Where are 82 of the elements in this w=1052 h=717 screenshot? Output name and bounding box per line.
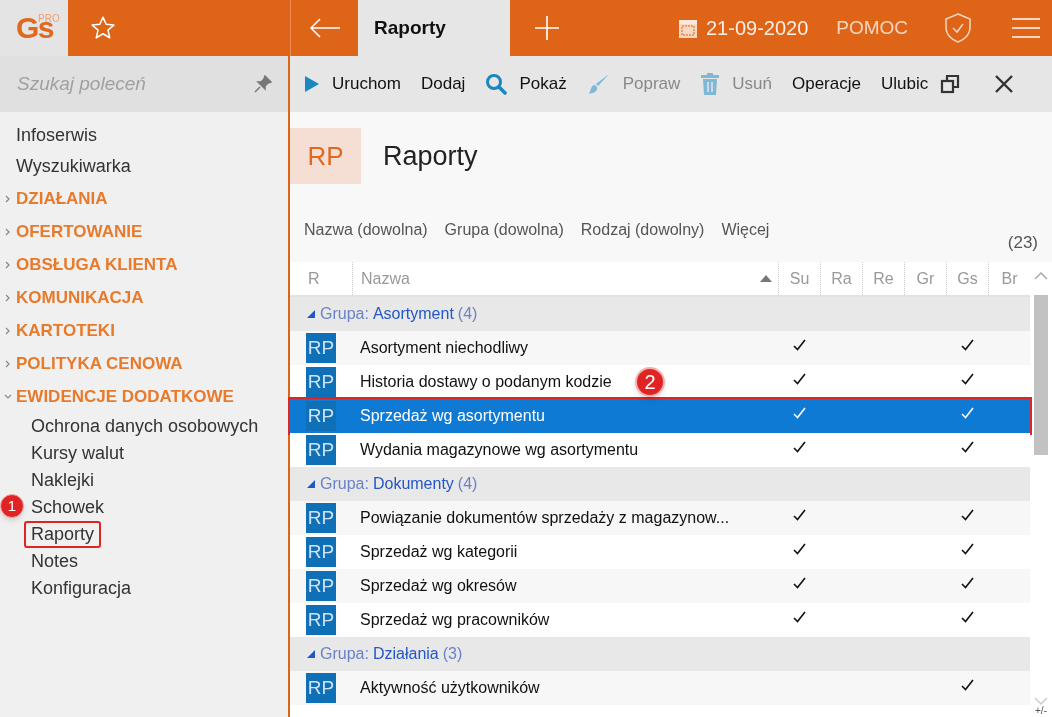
report-icon: RP bbox=[306, 571, 336, 601]
report-badge: RP bbox=[290, 128, 361, 184]
report-icon: RP bbox=[306, 401, 336, 431]
search-icon bbox=[485, 73, 508, 95]
filter-link[interactable]: Grupa (dowolna) bbox=[444, 218, 564, 242]
sidebar-item[interactable]: Notes bbox=[24, 548, 86, 575]
star-icon[interactable] bbox=[90, 15, 116, 41]
group-row[interactable]: Grupa: Działania (3) bbox=[290, 637, 1030, 671]
sidebar-item[interactable]: Raporty bbox=[24, 521, 102, 548]
search-field[interactable]: Szukaj poleceń bbox=[0, 56, 288, 112]
report-icon: RP bbox=[306, 333, 336, 363]
sidebar-item[interactable]: Ochrona danych osobowych bbox=[24, 413, 266, 440]
filter-link[interactable]: Rodzaj (dowolny) bbox=[580, 218, 705, 242]
restore-icon[interactable] bbox=[940, 74, 961, 94]
trash-icon bbox=[700, 73, 721, 95]
triangle-down-icon bbox=[306, 649, 316, 659]
active-tab[interactable]: Raporty bbox=[358, 0, 510, 56]
toolbar-button[interactable]: Uruchom bbox=[304, 71, 401, 97]
chevron-right-icon bbox=[4, 227, 12, 236]
report-icon: RP bbox=[306, 537, 336, 567]
report-icon: RP bbox=[306, 367, 336, 397]
table-cell: Sprzedaż wg asortymentu bbox=[360, 407, 545, 424]
chevron-right-icon bbox=[4, 359, 12, 368]
step-marker: 2 bbox=[635, 367, 665, 397]
report-icon: RP bbox=[306, 673, 336, 703]
report-icon: RP bbox=[306, 435, 336, 465]
toolbar-button[interactable]: Dodaj bbox=[420, 71, 466, 97]
filter-link[interactable]: Więcej bbox=[721, 218, 770, 242]
group-row[interactable]: Grupa: Asortyment (4) bbox=[290, 297, 1030, 331]
group-row[interactable]: Grupa: Dokumenty (4) bbox=[290, 467, 1030, 501]
table-cell: Sprzedaż wg kategorii bbox=[360, 543, 518, 560]
triangle-down-icon bbox=[306, 309, 316, 319]
plus-icon[interactable] bbox=[534, 15, 560, 41]
toolbar-button[interactable]: Pokaż bbox=[485, 71, 567, 97]
chevron-right-icon bbox=[4, 293, 12, 302]
table-cell: Powiązanie dokumentów sprzedaży z magazynow... bbox=[360, 509, 730, 526]
pin-icon[interactable] bbox=[254, 75, 272, 93]
table-row[interactable]: RP Asortyment niechodliwy bbox=[290, 331, 1030, 365]
table-row[interactable]: RP Historia dostawy o podanym kodzie 2 bbox=[290, 365, 1030, 399]
sidebar-item[interactable]: Wyszukiwarka bbox=[0, 151, 288, 182]
table-row[interactable]: RP Powiązanie dokumentów sprzedaży z magazynow... bbox=[290, 501, 1030, 535]
step-marker: 1 bbox=[0, 494, 24, 518]
shield-icon[interactable] bbox=[944, 13, 973, 43]
chevron-right-icon bbox=[4, 326, 12, 335]
page-title: Raporty bbox=[383, 139, 478, 173]
table-cell: Historia dostawy o podanym kodzie bbox=[360, 373, 612, 390]
play-icon bbox=[304, 75, 320, 93]
toolbar-button[interactable]: Operacje bbox=[791, 71, 861, 97]
sidebar-item[interactable]: Konfiguracja bbox=[24, 575, 139, 602]
table-cell: Sprzedaż wg okresów bbox=[360, 577, 517, 594]
chevron-right-icon bbox=[4, 260, 12, 269]
triangle-down-icon bbox=[306, 479, 316, 489]
table-row[interactable]: RP Aktywność użytkowników bbox=[290, 671, 1030, 705]
scroll-up-icon[interactable] bbox=[1034, 272, 1048, 280]
brush-icon bbox=[586, 72, 611, 96]
sidebar-item[interactable]: Infoserwis bbox=[0, 120, 288, 151]
filter-link[interactable]: Nazwa (dowolna) bbox=[304, 218, 428, 242]
scrollbar-thumb[interactable] bbox=[1034, 295, 1048, 455]
record-count: (23) bbox=[1007, 232, 1038, 254]
chevron-right-icon bbox=[4, 194, 12, 203]
table-cell: Asortyment niechodliwy bbox=[360, 339, 529, 356]
back-arrow-icon[interactable] bbox=[308, 18, 341, 38]
report-icon: RP bbox=[306, 605, 336, 635]
sidebar-item[interactable]: Schowek bbox=[24, 494, 112, 521]
table-row[interactable]: RP Sprzedaż wg asortymentu bbox=[290, 399, 1030, 433]
scroll-down-icon[interactable] bbox=[1034, 697, 1048, 705]
menu-icon[interactable] bbox=[1012, 17, 1041, 39]
date-text: 21-09-2020 bbox=[706, 16, 809, 41]
sidebar-item[interactable]: Kursy walut bbox=[24, 440, 132, 467]
sort-arrow-icon bbox=[760, 275, 772, 282]
report-icon: RP bbox=[306, 503, 336, 533]
chevron-down-icon bbox=[4, 392, 12, 401]
table-cell: Aktywność użytkowników bbox=[360, 679, 540, 696]
search-input[interactable]: Szukaj poleceń bbox=[17, 69, 237, 99]
expand-toggle[interactable]: +/- bbox=[1035, 705, 1047, 717]
table-cell: Sprzedaż wg pracowników bbox=[360, 611, 550, 628]
close-icon[interactable] bbox=[995, 75, 1014, 93]
toolbar-button[interactable]: Ulubic bbox=[880, 71, 929, 97]
table-row[interactable]: RP Sprzedaż wg okresów bbox=[290, 569, 1030, 603]
sidebar-item[interactable]: Naklejki bbox=[24, 467, 102, 494]
table-cell: Wydania magazynowe wg asortymentu bbox=[360, 441, 639, 458]
calendar-icon bbox=[678, 17, 698, 39]
